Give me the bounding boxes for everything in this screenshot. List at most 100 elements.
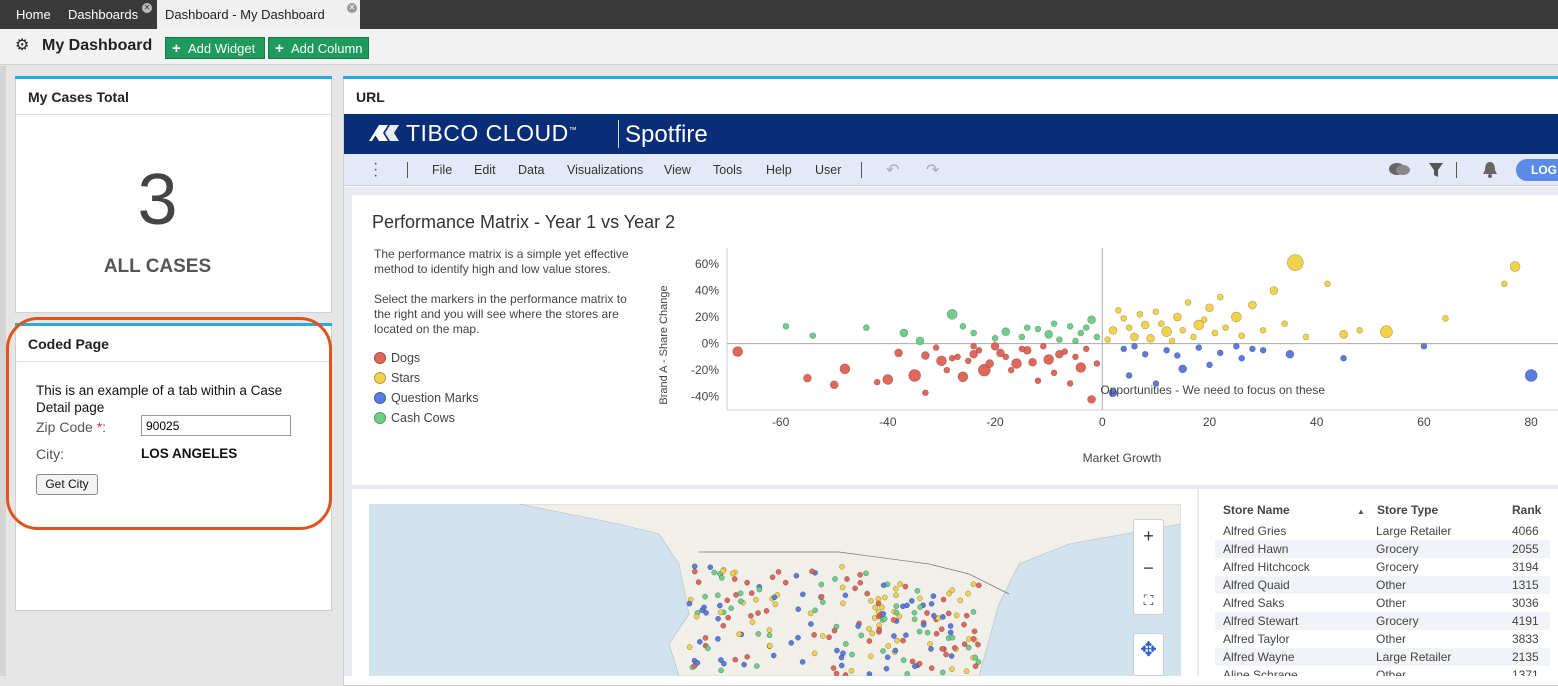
- map-store-marker[interactable]: [949, 587, 956, 593]
- map-store-marker[interactable]: [924, 629, 931, 636]
- menu-file[interactable]: File: [432, 163, 452, 177]
- map-store-marker[interactable]: [809, 568, 815, 575]
- scatter-point-dogs[interactable]: [1034, 377, 1042, 385]
- map-store-marker[interactable]: [717, 609, 724, 616]
- map-store-marker[interactable]: [729, 570, 736, 577]
- map-store-marker[interactable]: [916, 660, 923, 667]
- map-store-marker[interactable]: [947, 629, 954, 636]
- scatter-point-question-marks[interactable]: [1131, 342, 1138, 350]
- map-store-marker[interactable]: [963, 612, 970, 619]
- map-store-marker[interactable]: [914, 588, 921, 594]
- map-store-marker[interactable]: [866, 625, 872, 632]
- map-store-marker[interactable]: [927, 641, 933, 647]
- map-store-marker[interactable]: [900, 603, 906, 610]
- map-store-marker[interactable]: [892, 585, 899, 592]
- map-store-marker[interactable]: [753, 596, 759, 603]
- scatter-point-dogs[interactable]: [985, 359, 995, 368]
- map-store-marker[interactable]: [766, 643, 773, 649]
- map-store-marker[interactable]: [819, 633, 826, 639]
- map-store-markers[interactable]: [369, 504, 1181, 676]
- map-store-marker[interactable]: [744, 579, 750, 586]
- scatter-point-dogs[interactable]: [943, 366, 951, 374]
- map-store-marker[interactable]: [852, 585, 858, 592]
- map-store-marker[interactable]: [868, 597, 874, 604]
- get-city-button[interactable]: Get City: [36, 474, 98, 495]
- map-store-marker[interactable]: [866, 671, 873, 676]
- scatter-point-stars[interactable]: [1168, 337, 1176, 345]
- scatter-point-question-marks[interactable]: [1285, 349, 1295, 359]
- column-header-store-type[interactable]: Store Type: [1377, 503, 1438, 517]
- map-store-marker[interactable]: [807, 610, 814, 617]
- scatter-point-stars[interactable]: [1205, 303, 1214, 313]
- scatter-point-dogs[interactable]: [1043, 354, 1054, 365]
- map-store-marker[interactable]: [795, 634, 801, 641]
- map-store-marker[interactable]: [920, 621, 927, 628]
- map-store-marker[interactable]: [736, 631, 743, 638]
- map-store-marker[interactable]: [808, 621, 814, 627]
- scatter-point-question-marks[interactable]: [1216, 349, 1224, 357]
- map-store-marker[interactable]: [763, 608, 770, 614]
- table-row[interactable]: Alfred Hawn Grocery 2055: [1215, 540, 1550, 558]
- map-store-marker[interactable]: [912, 663, 918, 670]
- scatter-point-stars[interactable]: [1125, 324, 1133, 331]
- table-row[interactable]: Alfred Saks Other 3036: [1215, 594, 1550, 612]
- map-store-marker[interactable]: [795, 606, 802, 613]
- map-store-marker[interactable]: [872, 604, 879, 611]
- map-store-marker[interactable]: [788, 640, 795, 646]
- map-store-marker[interactable]: [702, 635, 709, 641]
- map-store-marker[interactable]: [880, 611, 887, 617]
- map-store-marker[interactable]: [818, 581, 825, 588]
- map-store-marker[interactable]: [869, 630, 876, 637]
- map-store-marker[interactable]: [911, 609, 918, 616]
- map-store-marker[interactable]: [849, 651, 855, 658]
- map-store-marker[interactable]: [928, 600, 935, 607]
- zip-code-input[interactable]: [141, 415, 291, 436]
- scatter-point-question-marks[interactable]: [1174, 352, 1181, 359]
- scatter-point-stars[interactable]: [1211, 329, 1219, 337]
- scatter-point-dogs[interactable]: [908, 369, 921, 382]
- map-store-marker[interactable]: [799, 591, 806, 598]
- scatter-point-stars[interactable]: [1130, 332, 1139, 342]
- table-row[interactable]: Alfred Taylor Other 3833: [1215, 630, 1550, 648]
- login-button[interactable]: LOG: [1516, 159, 1558, 181]
- map-store-marker[interactable]: [893, 603, 900, 609]
- scatter-point-stars[interactable]: [1161, 326, 1172, 337]
- map-store-marker[interactable]: [931, 612, 937, 619]
- scatter-point-dogs[interactable]: [990, 341, 1000, 351]
- scatter-point-stars[interactable]: [1286, 254, 1304, 271]
- map-store-marker[interactable]: [917, 595, 923, 602]
- map-store-marker[interactable]: [961, 641, 968, 648]
- map-store-marker[interactable]: [880, 648, 886, 654]
- map-store-marker[interactable]: [811, 650, 818, 657]
- scatter-point-stars[interactable]: [1380, 325, 1393, 338]
- scatter-point-cash-cows[interactable]: [863, 324, 870, 331]
- scatter-point-stars[interactable]: [1157, 320, 1165, 327]
- scatter-point-cash-cows[interactable]: [1093, 333, 1101, 341]
- map-store-marker[interactable]: [892, 647, 899, 654]
- scatter-point-stars[interactable]: [1140, 320, 1150, 330]
- scatter-point-stars[interactable]: [1222, 324, 1229, 331]
- map-store-marker[interactable]: [831, 627, 838, 634]
- map-store-marker[interactable]: [893, 592, 899, 599]
- map-store-marker[interactable]: [766, 632, 773, 639]
- map-store-marker[interactable]: [943, 651, 949, 658]
- scatter-point-question-marks[interactable]: [1120, 345, 1128, 353]
- scatter-point-question-marks[interactable]: [1420, 342, 1428, 350]
- map-store-marker[interactable]: [881, 615, 888, 622]
- scatter-point-dogs[interactable]: [1007, 366, 1015, 374]
- map-store-marker[interactable]: [772, 601, 779, 608]
- map-store-marker[interactable]: [737, 590, 744, 597]
- scatter-point-stars[interactable]: [1281, 320, 1288, 327]
- map-store-marker[interactable]: [908, 598, 915, 604]
- scatter-point-stars[interactable]: [1339, 330, 1348, 339]
- map-store-marker[interactable]: [819, 599, 826, 605]
- map-store-marker[interactable]: [701, 604, 707, 611]
- map-store-marker[interactable]: [842, 672, 849, 676]
- map-store-marker[interactable]: [945, 610, 952, 617]
- map-store-marker[interactable]: [902, 583, 909, 590]
- add-widget-button[interactable]: + Add Widget: [165, 37, 265, 59]
- map-store-marker[interactable]: [924, 610, 930, 616]
- map-store-marker[interactable]: [832, 576, 838, 582]
- map-store-marker[interactable]: [725, 614, 732, 621]
- map-store-marker[interactable]: [782, 579, 789, 586]
